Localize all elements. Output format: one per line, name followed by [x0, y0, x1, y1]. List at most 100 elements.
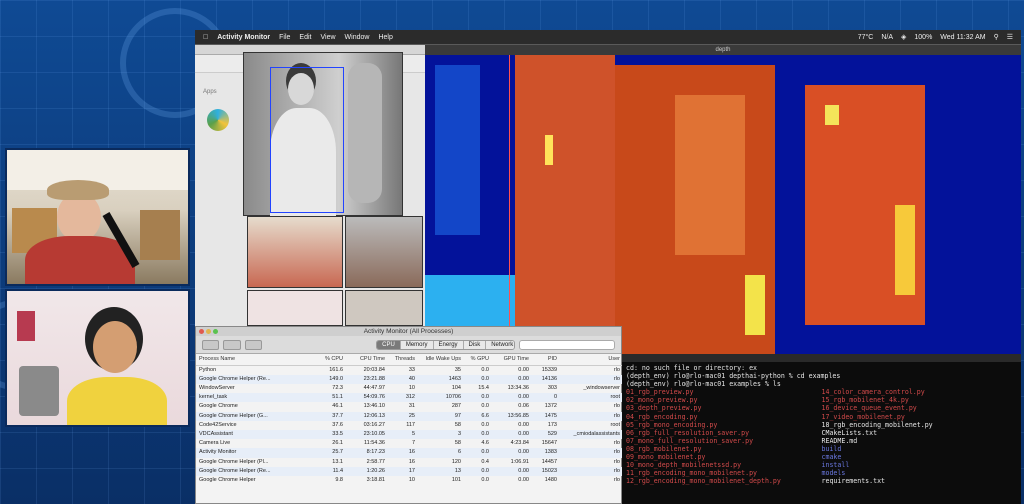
search-icon[interactable]: ⚲ — [994, 33, 999, 41]
table-cell: 101 — [451, 476, 461, 483]
table-cell: VDCAssistant — [196, 429, 314, 440]
table-row[interactable]: kernel_task 51.1 54:09.76 312 10706 0.0 0.00 0 r… — [196, 393, 623, 403]
gear-icon[interactable] — [244, 339, 263, 350]
table-cell: 10 — [408, 476, 415, 483]
column-header[interactable]: % CPU — [314, 354, 346, 366]
table-cell: 13:46.10 — [363, 403, 385, 410]
table-cell: 173 — [547, 421, 557, 428]
table-row[interactable]: Code42Service 37.6 03:16.27 117 58 0.0 0.00 173… — [196, 421, 623, 430]
table-row[interactable]: Google Chrome Helper (Re... 11.4 1:20.26 17… — [196, 466, 623, 476]
file-entry: 06_rgb_full_resolution_saver.py — [626, 428, 750, 437]
table-cell: 1372 — [544, 403, 557, 410]
table-cell: 8:17.23 — [346, 448, 388, 458]
column-header[interactable]: Idle Wake Ups — [418, 354, 464, 366]
file-entry: CMakeLists.txt — [821, 428, 878, 437]
table-row[interactable]: VDCAssistant 33.5 23:10.05 5 3 0.0 0.00 529 _cmi… — [196, 429, 623, 440]
apple-icon[interactable]:  — [203, 34, 208, 41]
activity-monitor-titlebar[interactable]: Activity Monitor (All Processes) — [196, 327, 621, 336]
wifi-icon[interactable]: ◈ — [901, 33, 906, 41]
file-entry: models — [821, 469, 846, 478]
table-cell: Google Chrome Helper (Pl... — [199, 458, 269, 465]
table-row[interactable]: Google Chrome Helper (Re... 149.0 23:21.88… — [196, 374, 623, 384]
zoom-button[interactable] — [213, 329, 218, 334]
column-header[interactable]: % GPU — [464, 354, 492, 366]
table-cell: 0.00 — [492, 466, 532, 476]
terminal-line: (depth_env) rlo@rlo-mac01 depthai-python… — [626, 372, 841, 381]
table-cell: Google Chrome — [199, 403, 238, 410]
depth-window-title[interactable]: depth — [425, 45, 1021, 55]
column-header[interactable]: User — [560, 354, 623, 366]
table-cell: root — [560, 393, 623, 403]
table-cell: rlo — [613, 440, 620, 447]
table-row[interactable]: Activity Monitor 25.7 8:17.23 16 6 0.0 0.00 138… — [196, 448, 623, 458]
table-header: Process Name% CPU CPU Time Threads Idle Wak… — [196, 354, 623, 366]
menu-window[interactable]: Window — [345, 34, 370, 41]
table-cell: 120 — [451, 458, 461, 465]
table-cell: 0.06 — [518, 403, 529, 410]
menu-edit[interactable]: Edit — [299, 34, 311, 41]
table-body: Python 161.6 20:03.84 33 35 0.0 0.00 15339 rlo Go… — [196, 365, 623, 485]
tab-network[interactable]: Network — [486, 340, 514, 349]
table-cell: 03:16.27 — [363, 421, 385, 428]
temperature-status[interactable]: 77°C — [858, 34, 874, 41]
inspect-button[interactable] — [223, 339, 241, 350]
table-cell: 303 — [547, 384, 557, 391]
column-header[interactable]: Process Name — [196, 354, 314, 366]
column-header[interactable]: GPU Time — [492, 354, 532, 366]
terminal-line: (depth_env) rlo@rlo-mac01 examples % ls — [626, 380, 781, 389]
table-cell: Google Chrome Helper (G... — [196, 411, 314, 421]
network-status[interactable]: N/A — [881, 34, 893, 41]
table-cell: 14136 — [532, 374, 560, 384]
terminal-window[interactable]: cd: no such file or directory: ex (depth… — [622, 354, 1021, 504]
tab-disk[interactable]: Disk — [463, 340, 487, 349]
table-cell: 1475 — [532, 411, 560, 421]
table-cell: 23:21.88 — [346, 374, 388, 384]
file-entry: 02_mono_preview.py — [626, 396, 698, 405]
stop-process-button[interactable] — [202, 339, 220, 350]
table-row[interactable]: Google Chrome 46.1 13:46.10 31 287 0.0 0.06 137… — [196, 402, 623, 411]
table-cell: 0.00 — [518, 421, 529, 428]
file-entry: cmake — [821, 453, 842, 462]
table-cell: Google Chrome Helper (Re... — [196, 466, 314, 476]
table-cell: 16 — [388, 448, 418, 458]
table-cell: 13.1 — [332, 458, 343, 465]
table-cell: 0.00 — [492, 374, 532, 384]
table-row[interactable]: Google Chrome Helper 9.8 3:18.81 10 101 0.0 0.… — [196, 476, 623, 485]
terminal-titlebar[interactable] — [622, 354, 1021, 362]
table-cell: 529 — [532, 429, 560, 440]
table-row[interactable]: Camera Live 26.1 11:54.36 7 58 4.6 4:23.84 1564… — [196, 439, 623, 448]
file-entry: 01_rgb_preview.py — [626, 388, 694, 397]
clock[interactable]: Wed 11:32 AM — [940, 34, 985, 41]
sidebar-label[interactable]: Apps — [203, 89, 217, 95]
tab-cpu[interactable]: CPU — [377, 340, 401, 349]
video-thumbnail — [247, 216, 343, 288]
column-header[interactable]: Threads — [388, 354, 418, 366]
tab-energy[interactable]: Energy — [433, 340, 464, 349]
menu-view[interactable]: View — [320, 34, 335, 41]
table-row[interactable]: Python 161.6 20:03.84 33 35 0.0 0.00 15339 rlo — [196, 365, 623, 375]
video-thumbnail — [345, 290, 423, 326]
screen-share:  Activity Monitor File Edit View Window… — [195, 30, 1021, 504]
table-cell: rlo — [560, 466, 623, 476]
file-entry: 17_video_mobilenet.py — [821, 412, 905, 421]
menu-list-icon[interactable]: ☰ — [1007, 33, 1013, 41]
search-input[interactable] — [518, 339, 615, 350]
table-row[interactable]: WindowServer 72.3 44:47.97 10 104 15.4 13:34.3… — [196, 384, 623, 393]
table-cell: 9.8 — [335, 476, 343, 483]
file-entry: 07_mono_full_resolution_saver.py — [626, 436, 754, 445]
column-header[interactable]: CPU Time — [346, 354, 388, 366]
tab-memory[interactable]: Memory — [400, 340, 434, 349]
minimize-button[interactable] — [206, 329, 211, 334]
app-menu-name[interactable]: Activity Monitor — [217, 34, 270, 41]
table-row[interactable]: Google Chrome Helper (Pl... 13.1 2:58.77 16… — [196, 458, 623, 467]
app-icon[interactable] — [207, 109, 229, 131]
menu-help[interactable]: Help — [378, 34, 392, 41]
tab-bar: CPU Memory Energy Disk Network — [376, 339, 515, 350]
menu-file[interactable]: File — [279, 34, 290, 41]
table-cell: 13:34.36 — [507, 384, 529, 391]
table-row[interactable]: Google Chrome Helper (G... 37.7 12:06.13 25… — [196, 411, 623, 421]
column-header[interactable]: PID — [532, 354, 560, 366]
close-button[interactable] — [199, 329, 204, 334]
battery-status[interactable]: 100% — [914, 34, 932, 41]
table-cell: 312 — [388, 393, 418, 403]
